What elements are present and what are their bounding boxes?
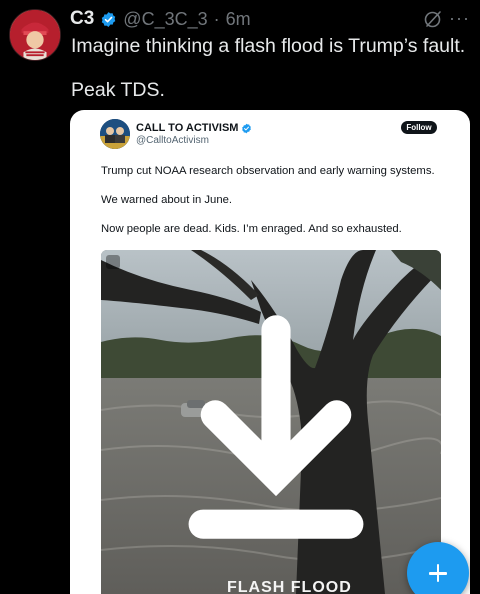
author-handle[interactable]: @C_3C_3	[123, 9, 207, 30]
grok-icon[interactable]	[423, 9, 443, 29]
quoted-tweet-card[interactable]: CALL TO ACTIVISM @CalltoActivism Follow …	[70, 110, 470, 594]
quoted-avatar-icon	[100, 119, 130, 149]
video-player[interactable]: FLASH FLOOD	[101, 250, 441, 594]
quoted-paragraph: Trump cut NOAA research observation and …	[101, 165, 435, 177]
follow-button[interactable]: Follow	[401, 121, 437, 134]
author-display-name[interactable]: C3	[70, 8, 94, 30]
tweet-text: Imagine thinking a flash flood is Trump’…	[71, 34, 471, 122]
download-icon[interactable]	[106, 255, 364, 539]
quoted-author-avatar[interactable]	[100, 119, 130, 149]
quoted-paragraph: Now people are dead. Kids. I’m enraged. …	[101, 223, 402, 235]
quoted-paragraph: We warned about in June.	[101, 194, 233, 206]
compose-plus-icon-vertical	[436, 564, 440, 582]
verified-badge-icon	[102, 11, 116, 27]
quoted-author-display-name[interactable]: CALL TO ACTIVISM	[136, 122, 238, 134]
more-icon[interactable]: ···	[449, 8, 470, 29]
tweet-line: Peak TDS.	[71, 79, 165, 101]
author-avatar[interactable]	[9, 9, 61, 61]
quoted-author-name-row: CALL TO ACTIVISM	[136, 122, 252, 134]
quoted-tweet-text: Trump cut NOAA research observation and …	[101, 164, 441, 251]
quoted-author-handle[interactable]: @CalltoActivism	[136, 135, 209, 146]
meta-separator: ·	[213, 8, 220, 29]
verified-badge-icon	[242, 123, 252, 133]
tweet-timestamp[interactable]: 6m	[226, 9, 251, 30]
tweet-line: Imagine thinking a flash flood is Trump’…	[71, 35, 466, 57]
profile-avatar-icon	[10, 10, 60, 60]
tweet-header: C3 @C_3C_3 · 6m	[70, 8, 251, 30]
video-caption-overlay: FLASH FLOOD	[227, 579, 352, 594]
